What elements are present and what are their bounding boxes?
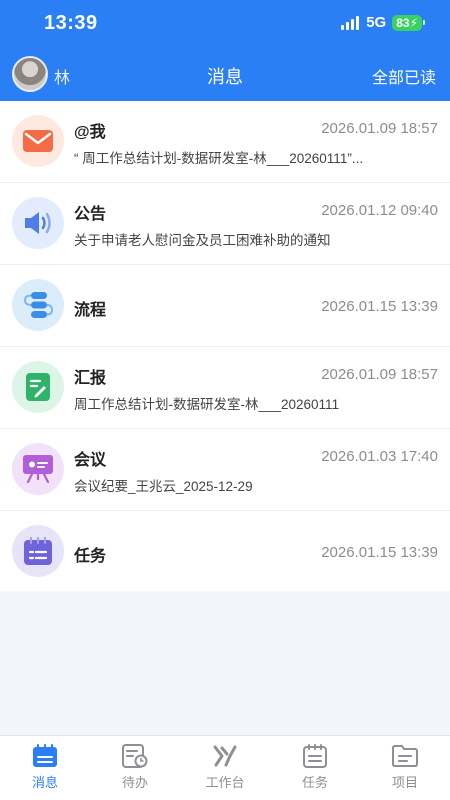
message-item-announcement[interactable]: 公告 2026.01.12 09:40 关于申请老人慰问金及员工困难补助的通知 — [0, 183, 450, 265]
message-time: 2026.01.09 18:57 — [321, 366, 438, 383]
status-indicators: 5G 83⚡ — [341, 14, 425, 31]
message-preview: “ 周工作总结计划-数据研发室-林___20260111”... — [74, 151, 364, 166]
message-tab-icon — [33, 744, 57, 767]
presentation-icon — [12, 443, 64, 495]
message-list: @我 2026.01.09 18:57 “ 周工作总结计划-数据研发室-林___… — [0, 101, 450, 591]
tab-projects[interactable]: 项目 — [360, 736, 450, 800]
message-title: 汇报 — [74, 370, 107, 387]
workbench-tab-icon — [213, 745, 237, 767]
signal-icon — [341, 15, 360, 30]
message-title: 任务 — [74, 548, 107, 565]
tab-bar: 消息 待办 工作台 任务 项目 — [0, 735, 450, 800]
message-title: 公告 — [74, 206, 107, 223]
tab-label: 工作台 — [205, 775, 245, 790]
flow-icon — [12, 279, 64, 331]
tab-tasks[interactable]: 任务 — [270, 736, 360, 800]
message-time: 2026.01.12 09:40 — [321, 202, 438, 219]
tab-label: 项目 — [391, 775, 418, 790]
message-title: @我 — [74, 124, 106, 141]
status-time: 13:39 — [44, 12, 98, 34]
tab-label: 待办 — [121, 775, 148, 790]
message-title: 流程 — [74, 302, 107, 319]
message-preview: 关于申请老人慰问金及员工困难补助的通知 — [74, 233, 331, 248]
message-time: 2026.01.15 13:39 — [321, 298, 438, 315]
message-time: 2026.01.09 18:57 — [321, 120, 438, 137]
tab-label: 消息 — [31, 775, 58, 790]
message-item-task[interactable]: 任务 2026.01.15 13:39 — [0, 511, 450, 593]
battery-icon: 83⚡ — [392, 14, 425, 31]
speaker-icon — [12, 197, 64, 249]
battery-level: 83 — [396, 15, 410, 30]
network-type: 5G — [366, 14, 387, 31]
task-tab-icon — [303, 744, 327, 768]
message-item-mention[interactable]: @我 2026.01.09 18:57 “ 周工作总结计划-数据研发室-林___… — [0, 101, 450, 183]
tab-label: 任务 — [301, 775, 328, 790]
project-tab-icon — [392, 745, 418, 767]
report-icon — [12, 361, 64, 413]
mail-icon — [12, 115, 64, 167]
task-icon — [12, 525, 64, 577]
todo-tab-icon — [122, 744, 148, 768]
message-preview: 周工作总结计划-数据研发室-林___20260111 — [74, 397, 340, 412]
header: 13:39 5G 83⚡ 林 消息 全部已读 — [0, 0, 450, 101]
message-time: 2026.01.15 13:39 — [321, 544, 438, 561]
message-item-meeting[interactable]: 会议 2026.01.03 17:40 会议纪要_王兆云_2025-12-29 — [0, 429, 450, 511]
tab-workbench[interactable]: 工作台 — [180, 736, 270, 800]
tab-messages[interactable]: 消息 — [0, 736, 90, 800]
message-time: 2026.01.03 17:40 — [321, 448, 438, 465]
message-item-report[interactable]: 汇报 2026.01.09 18:57 周工作总结计划-数据研发室-林___20… — [0, 347, 450, 429]
message-preview: 会议纪要_王兆云_2025-12-29 — [74, 479, 253, 494]
mark-all-read-button[interactable]: 全部已读 — [372, 64, 436, 88]
tab-todo[interactable]: 待办 — [90, 736, 180, 800]
message-title: 会议 — [74, 452, 107, 469]
message-item-workflow[interactable]: 流程 2026.01.15 13:39 — [0, 265, 450, 347]
